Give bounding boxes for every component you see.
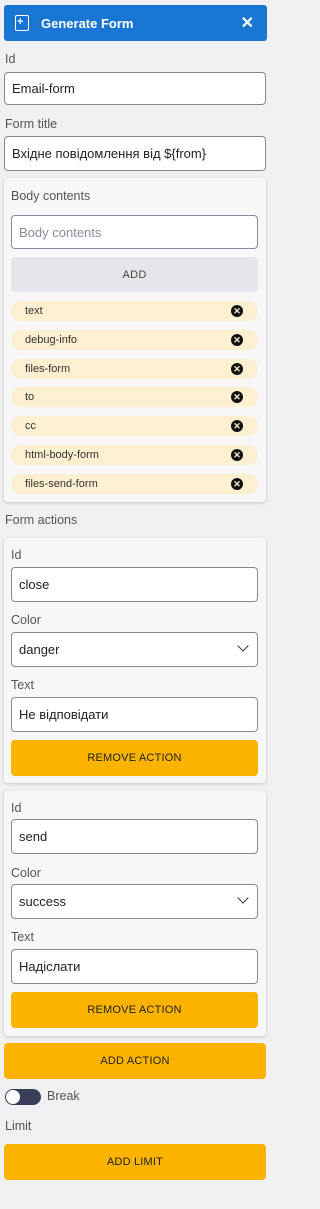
action-id-label: Id [11,801,22,815]
chip-label: html-body-form [25,449,99,461]
add-action-button[interactable]: ADD ACTION [4,1043,266,1079]
action-card: Id close Color danger Text Не відповідат… [4,538,266,783]
form-title-input[interactable]: Вхідне повідомлення від ${from} [4,136,266,171]
toggle-knob [6,1090,20,1104]
action-id-label: Id [11,548,22,562]
remove-chip-icon[interactable]: ✕ [231,478,243,490]
body-contents-label: Body contents [11,189,91,203]
chip-cc: cc ✕ [11,416,258,436]
chip-label: text [25,305,43,317]
chevron-down-icon [237,892,249,904]
action-color-value: success [19,894,66,909]
dialog-header: Generate Form ✕ [4,5,267,41]
limit-label: Limit [5,1119,32,1133]
break-toggle[interactable] [5,1089,41,1105]
action-text-input[interactable]: Не відповідати [11,697,258,732]
remove-chip-icon[interactable]: ✕ [231,363,243,375]
chip-label: cc [25,420,36,432]
action-card: Id send Color success Text Надіслати REM… [4,791,266,1036]
remove-chip-icon[interactable]: ✕ [231,305,243,317]
remove-chip-icon[interactable]: ✕ [231,334,243,346]
action-color-select[interactable]: success [11,884,258,919]
action-text-input[interactable]: Надіслати [11,949,258,984]
add-document-icon [15,14,29,31]
remove-chip-icon[interactable]: ✕ [231,420,243,432]
chip-files-send-form: files-send-form ✕ [11,474,258,494]
action-color-label: Color [11,613,41,627]
chevron-down-icon [237,640,249,652]
chip-label: files-send-form [25,478,98,490]
chip-label: to [25,391,35,403]
chip-text: text ✕ [11,301,258,321]
action-id-input[interactable]: send [11,819,258,854]
remove-action-button[interactable]: REMOVE ACTION [11,740,258,776]
action-id-input[interactable]: close [11,567,258,602]
add-body-content-button[interactable]: ADD [11,257,258,292]
chip-label: files-form [25,363,71,375]
chip-debug-info: debug-info ✕ [11,330,258,350]
id-input[interactable]: Email-form [4,72,266,105]
close-icon[interactable]: ✕ [241,13,254,33]
form-title-label: Form title [5,117,58,131]
action-color-value: danger [19,642,60,657]
action-text-label: Text [11,930,34,944]
form-actions-label: Form actions [5,513,78,527]
break-label: Break [47,1089,80,1103]
action-color-label: Color [11,866,41,880]
chip-to: to ✕ [11,387,258,407]
action-text-label: Text [11,678,34,692]
chip-files-form: files-form ✕ [11,359,258,379]
remove-chip-icon[interactable]: ✕ [231,391,243,403]
body-contents-input[interactable]: Body contents [11,215,258,249]
id-label: Id [5,52,16,66]
action-color-select[interactable]: danger [11,632,258,667]
remove-action-button[interactable]: REMOVE ACTION [11,992,258,1028]
dialog-title: Generate Form [41,15,134,31]
chip-label: debug-info [25,334,77,346]
add-limit-button[interactable]: ADD LIMIT [4,1144,266,1180]
chip-html-body-form: html-body-form ✕ [11,445,258,465]
remove-chip-icon[interactable]: ✕ [231,449,243,461]
